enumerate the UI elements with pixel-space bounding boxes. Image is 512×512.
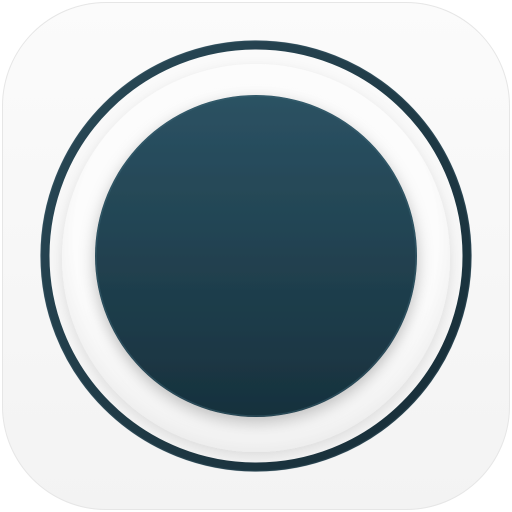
app-icon[interactable] — [0, 0, 512, 512]
record-button-icon — [40, 40, 472, 472]
